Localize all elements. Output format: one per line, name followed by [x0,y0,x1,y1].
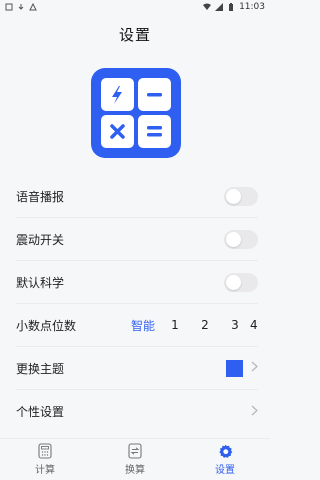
chevron-right-icon [251,405,258,419]
download-icon [18,4,24,10]
toggle-knob [226,274,241,290]
tab-calculate[interactable]: 计算 [15,443,75,476]
decimals-setting-row: 小数点位数 智能 1 2 3 4 [16,304,258,347]
status-time: 11:03 [239,2,265,12]
app-logo [91,68,181,158]
bottom-tab-bar: 计算 换算 设置 [0,438,270,480]
decimals-option-2[interactable]: 2 [190,318,220,332]
toggle-knob [226,231,241,247]
voice-setting-row: 语音播报 [16,175,258,218]
vibration-toggle[interactable] [224,229,258,249]
notification-icon [5,3,13,11]
default-scientific-row: 默认科学 [16,261,258,304]
calculator-icon [38,443,52,459]
toggle-knob [226,188,241,204]
tab-convert[interactable]: 换算 [105,443,165,476]
personal-setting-row[interactable]: 个性设置 [16,390,258,433]
convert-icon [128,443,142,459]
settings-list: 语音播报 震动开关 默认科学 小数点位数 智能 1 2 3 4 更换主题 个性设… [0,175,270,433]
vibration-setting-row: 震动开关 [16,218,258,261]
default-scientific-toggle[interactable] [224,272,258,292]
status-bar: 11:03 [0,0,270,14]
decimals-option-1[interactable]: 1 [160,318,190,332]
tab-settings[interactable]: 设置 [195,444,255,476]
default-scientific-label: 默认科学 [16,275,65,290]
voice-setting-label: 语音播报 [16,189,65,204]
decimals-option-4[interactable]: 4 [250,318,258,332]
tab-calculate-label: 计算 [35,465,55,476]
signal-icon [215,3,224,11]
decimals-option-smart[interactable]: 智能 [126,317,160,334]
battery-icon [229,3,234,11]
page-title: 设置 [118,26,151,44]
gear-icon [218,444,232,458]
theme-setting-row[interactable]: 更换主题 [16,347,258,390]
theme-color-swatch [226,359,243,377]
tab-settings-label: 设置 [215,464,235,476]
voice-toggle[interactable] [224,186,258,206]
decimals-option-3[interactable]: 3 [220,318,250,332]
decimals-options: 智能 1 2 3 4 [126,317,258,334]
theme-setting-label: 更换主题 [16,361,65,376]
app-notify-icon [29,3,37,11]
wifi-icon [203,3,212,10]
chevron-right-icon [251,361,258,375]
vibration-setting-label: 震动开关 [16,232,65,247]
decimals-setting-label: 小数点位数 [16,318,77,333]
tab-convert-label: 换算 [125,465,145,476]
personal-setting-label: 个性设置 [16,405,65,419]
